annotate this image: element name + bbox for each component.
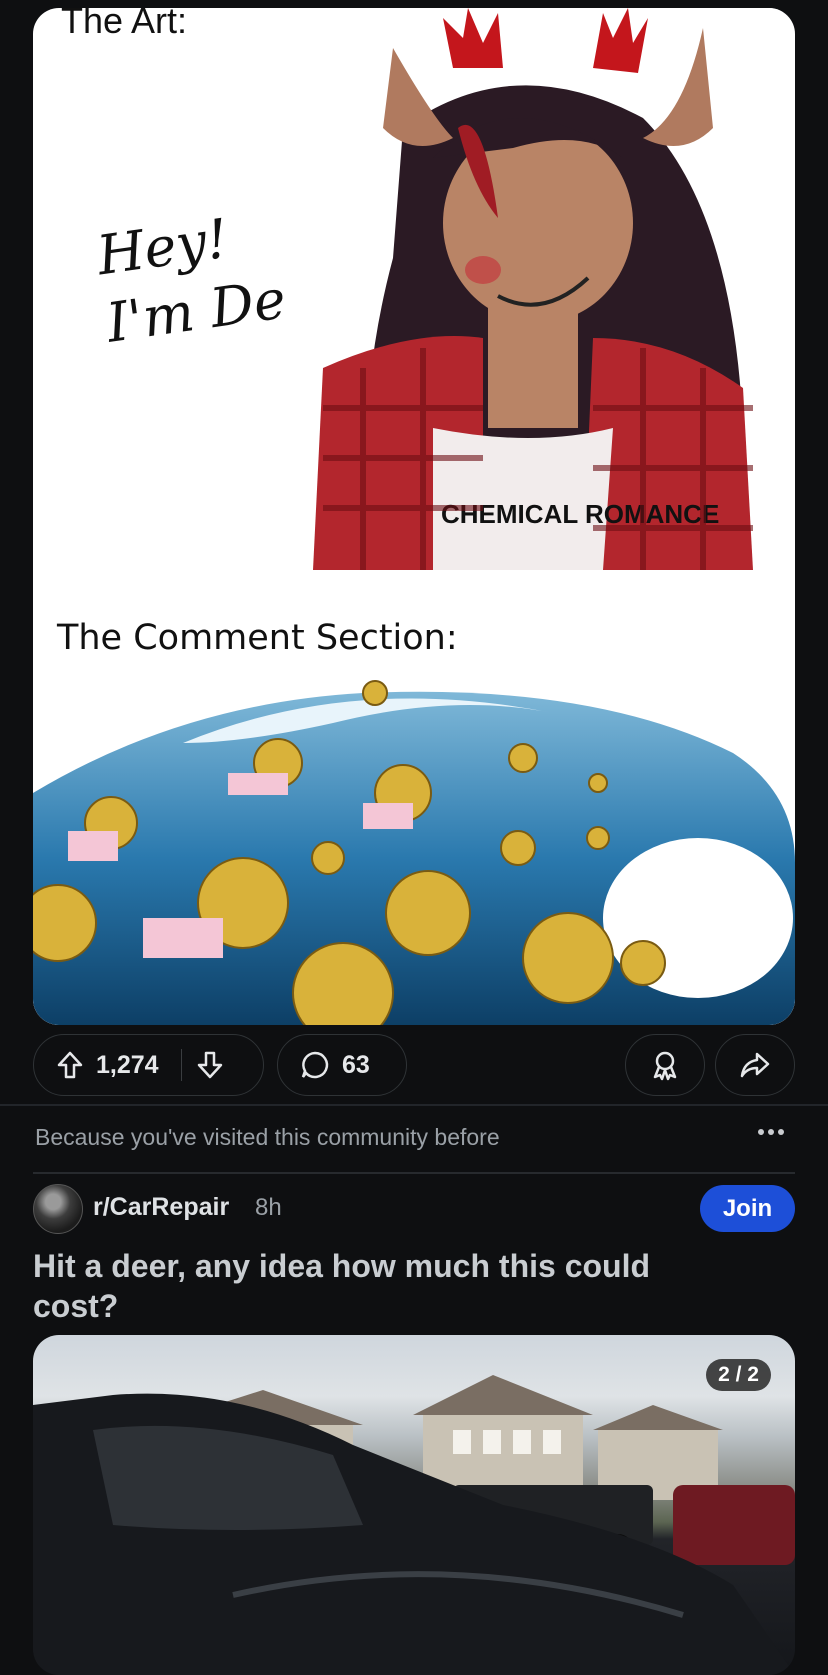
header-divider xyxy=(33,1172,795,1174)
wave-illustration xyxy=(33,663,795,1025)
upvote-count: 1,274 xyxy=(96,1050,159,1079)
subreddit-avatar[interactable] xyxy=(33,1184,83,1234)
subreddit-name[interactable]: r/CarRepair xyxy=(93,1193,229,1222)
award-button[interactable] xyxy=(625,1034,705,1096)
vote-control: 1,274 xyxy=(33,1034,264,1096)
gallery-page-indicator: 2 / 2 xyxy=(706,1359,771,1391)
comment-bubble-icon xyxy=(300,1050,330,1080)
vote-divider xyxy=(180,1049,182,1081)
feed-recommendation-reason: Because you've visited this community be… xyxy=(35,1124,500,1150)
post-action-bar: 1,274 63 xyxy=(33,1034,795,1098)
join-button[interactable]: Join xyxy=(700,1185,795,1232)
award-icon xyxy=(650,1049,680,1081)
post-separator xyxy=(0,1104,828,1106)
share-icon xyxy=(739,1050,771,1080)
downvote-icon[interactable] xyxy=(196,1050,224,1080)
deer-character-illustration: CHEMICAL ROMANCE xyxy=(283,8,783,570)
car-photo xyxy=(33,1375,795,1675)
shirt-print-text: CHEMICAL ROMANCE xyxy=(441,499,719,529)
post-gallery-image[interactable]: 2 / 2 xyxy=(33,1335,795,1675)
post-age: 8h xyxy=(255,1194,282,1221)
more-options-icon[interactable] xyxy=(758,1129,784,1135)
comments-button[interactable]: 63 xyxy=(277,1034,407,1096)
post-image[interactable]: The Art: Hey! I'm Dess♡ CHEMICAL ROMANCE xyxy=(33,8,795,1025)
comment-count: 63 xyxy=(342,1050,370,1079)
share-button[interactable] xyxy=(715,1034,795,1096)
meme-caption-bottom: The Comment Section: xyxy=(57,618,458,658)
post-title[interactable]: Hit a deer, any idea how much this could… xyxy=(33,1246,653,1326)
upvote-icon[interactable] xyxy=(56,1050,84,1080)
meme-caption-top: The Art: xyxy=(61,8,188,41)
